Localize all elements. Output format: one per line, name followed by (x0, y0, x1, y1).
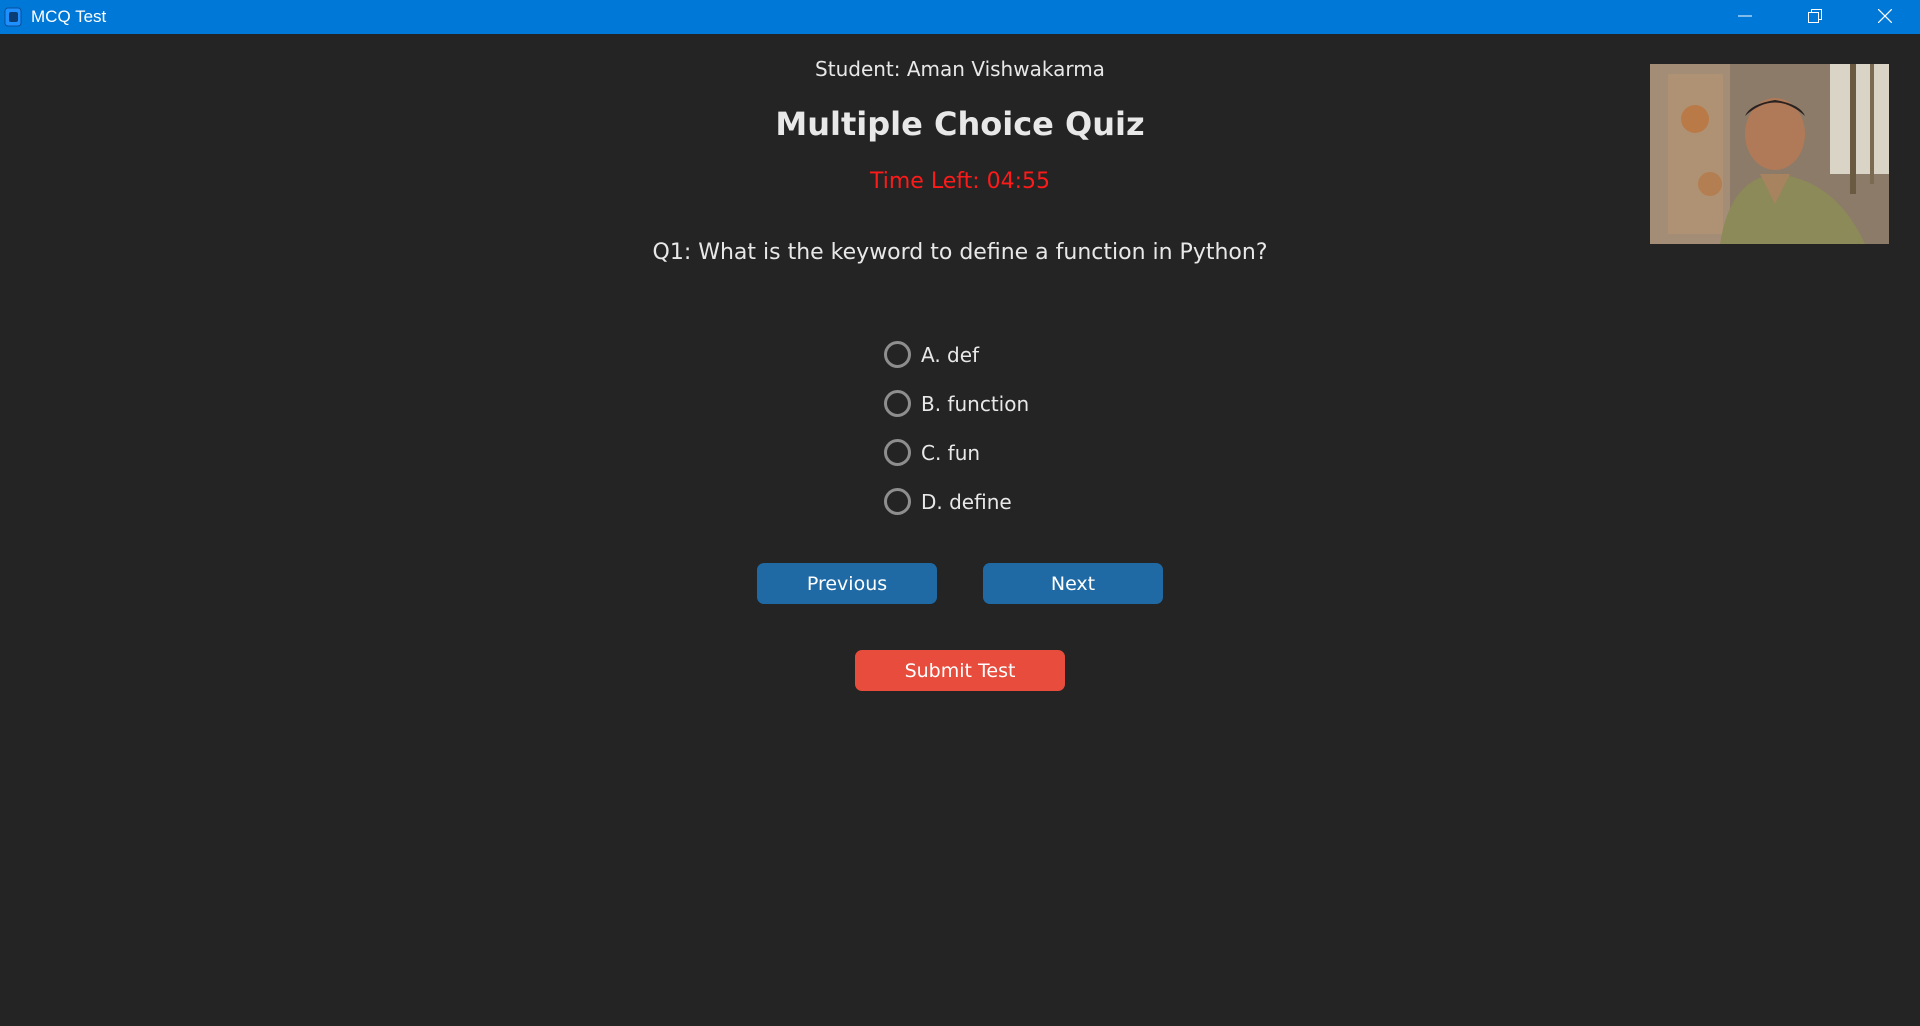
minimize-button[interactable] (1710, 0, 1780, 34)
option-a[interactable]: A. def (884, 330, 1029, 379)
answer-options: A. def B. function C. fun D. define (884, 330, 1029, 526)
restore-icon (1808, 8, 1822, 27)
option-d[interactable]: D. define (884, 477, 1029, 526)
close-button[interactable] (1850, 0, 1920, 34)
quiz-window-body: Student: Aman Vishwakarma Multiple Choic… (0, 34, 1920, 1026)
option-a-label: A. def (921, 342, 980, 367)
timer-label: Time Left: 04:55 (869, 169, 1051, 194)
submit-test-button[interactable]: Submit Test (855, 650, 1065, 691)
question-text: Q1: What is the keyword to define a func… (652, 240, 1268, 265)
app-icon (4, 7, 22, 27)
minimize-icon (1738, 8, 1752, 27)
option-b[interactable]: B. function (884, 379, 1029, 428)
option-b-label: B. function (921, 391, 1030, 416)
window-title: MCQ Test (31, 7, 107, 26)
student-name: Student: Aman Vishwakarma (815, 57, 1105, 81)
option-c-label: C. fun (921, 440, 981, 465)
window-titlebar: MCQ Test (0, 0, 1920, 34)
radio-button-c[interactable] (884, 439, 911, 466)
radio-button-b[interactable] (884, 390, 911, 417)
restore-button[interactable] (1780, 0, 1850, 34)
webcam-preview (1650, 64, 1889, 244)
option-c[interactable]: C. fun (884, 428, 1029, 477)
option-d-label: D. define (921, 489, 1012, 514)
next-button[interactable]: Next (983, 563, 1163, 604)
close-icon (1877, 8, 1893, 27)
radio-button-a[interactable] (884, 341, 911, 368)
previous-button[interactable]: Previous (757, 563, 937, 604)
page-title: Multiple Choice Quiz (775, 105, 1145, 143)
radio-button-d[interactable] (884, 488, 911, 515)
